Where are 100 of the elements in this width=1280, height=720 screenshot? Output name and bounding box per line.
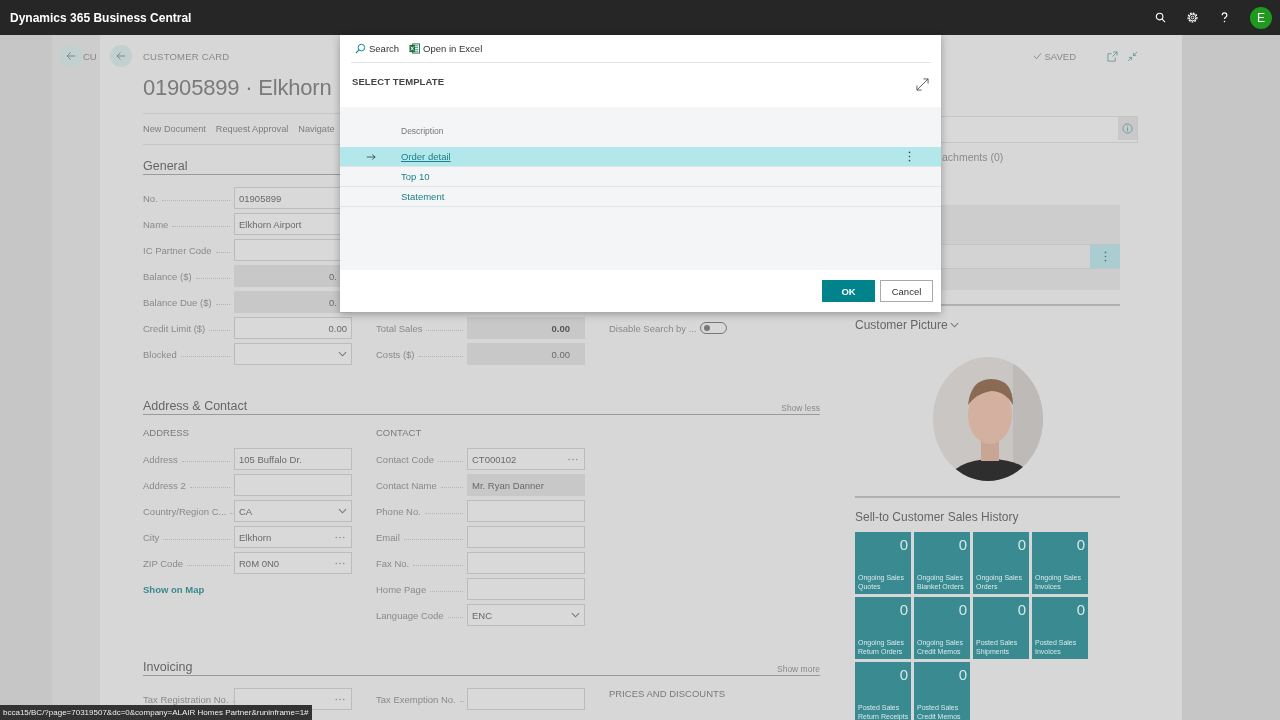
field-label: Costs ($) [376,348,415,360]
text-field[interactable] [467,526,585,548]
status-url-tooltip: bcca15/BC/?page=70319507&dc=0&company=ALAIR Homes Partner&runinframe=1# [0,705,312,720]
list-row[interactable]: Statement [340,187,941,207]
field-label: Disable Search by ... [609,322,697,334]
text-field[interactable] [467,552,585,574]
settings-icon[interactable] [1186,11,1199,24]
chevron-down-icon [338,351,347,357]
spreadsheet-icon [409,43,421,54]
cancel-button[interactable]: Cancel [880,280,933,302]
field-label: Contact Name [376,479,437,491]
text-field[interactable] [467,688,585,710]
group-heading: ADDRESS [143,427,190,439]
field-label: Email [376,531,400,543]
section-title[interactable]: Invoicing [143,660,193,674]
field-label: Country/Region C... [143,505,227,517]
lookup-field[interactable]: CT000102 [467,448,585,470]
template-link[interactable]: Top 10 [401,171,430,182]
column-header[interactable]: Description [401,126,444,136]
group-heading: CONTACT [376,427,423,439]
field-label: Balance Due ($) [143,296,212,308]
open-new-window-icon[interactable] [1107,50,1118,62]
field-label: IC Partner Code [143,244,212,256]
page-caption: CU [83,51,97,62]
lookup-field[interactable]: R0M 0N0 [234,552,352,574]
more-icon [568,457,578,461]
saved-status: SAVED [1033,50,1076,62]
factbox-title[interactable]: Sell-to Customer Sales History [855,510,1138,526]
readonly-field: 0. [234,291,352,313]
expand-icon[interactable] [916,78,929,91]
chevron-down-icon [949,322,959,328]
chevron-down-icon [571,612,580,618]
field-label: Credit Limit ($) [143,322,206,334]
lookup-field[interactable]: Elkhorn [234,526,352,548]
collapse-icon[interactable] [1127,50,1138,62]
field-label: Total Sales [376,322,423,334]
back-button[interactable] [110,45,132,67]
dropdown-field[interactable]: CA [234,500,352,522]
ok-button[interactable]: OK [822,280,875,302]
action-menu-item[interactable]: Navigate [298,124,335,134]
app-title: Dynamics 365 Business Central [10,10,192,25]
help-icon[interactable] [1219,12,1230,23]
field-label: Tax Registration No. [143,693,229,705]
tile-count: 0 [899,601,908,618]
field-label: No. [143,192,158,204]
field-label: ZIP Code [143,557,183,569]
more-icon [335,697,345,701]
action-menu-item[interactable]: New Document [143,124,206,134]
readonly-field: 0.00 [467,343,585,365]
tile-count: 0 [1017,536,1026,553]
dropdown-field[interactable] [234,343,352,365]
more-icon [335,535,345,539]
tile-count: 0 [899,666,908,683]
more-icon [335,561,345,565]
tile-count: 0 [958,536,967,553]
template-link[interactable]: Statement [401,191,445,202]
list-row[interactable]: Top 10 [340,167,941,187]
field-label: Tax Exemption No. [376,693,456,705]
show-on-map-link[interactable]: Show on Map [143,584,205,595]
field-label: Home Page [376,583,427,595]
field-label: Phone No. [376,505,421,517]
text-field[interactable] [467,578,585,600]
more-options-icon[interactable] [908,151,911,162]
dropdown-field[interactable]: ENC [467,604,585,626]
search-icon[interactable] [1155,12,1166,23]
field-label: Balance ($) [143,270,192,282]
info-icon[interactable] [1118,117,1137,140]
template-link[interactable]: Order detail [401,151,451,162]
page-caption: CUSTOMER CARD [143,50,230,62]
list-row[interactable]: Order detail [340,147,941,167]
user-avatar[interactable]: E [1250,6,1272,29]
show-toggle-link[interactable]: Show more [777,664,820,674]
tile-count: 0 [1017,601,1026,618]
text-field[interactable] [234,474,352,496]
more-icon [1103,251,1107,262]
toolbar-button[interactable]: Search [355,43,400,54]
action-menu-item[interactable]: Request Approval [215,124,289,134]
field-label: Fax No. [376,557,410,569]
text-field[interactable]: 105 Buffalo Dr. [234,448,352,470]
field-label: Name [143,218,169,230]
number-field[interactable]: 0.00 [234,317,352,339]
attachments-link[interactable]: achments (0) [942,151,1004,163]
show-toggle-link[interactable]: Show less [781,403,820,413]
field-label: Blocked [143,348,177,360]
tile-count: 0 [958,666,967,683]
tile-count: 0 [1076,601,1085,618]
tile-count: 0 [899,536,908,553]
field-label: Address 2 [143,479,186,491]
text-field[interactable] [467,500,585,522]
field-label: City [143,531,160,543]
section-title[interactable]: Address & Contact [143,399,248,413]
toolbar-button[interactable]: Open in Excel [409,43,483,54]
page-title: 01905899 · Elkhorn [143,75,332,100]
readonly-field: 0.00 [467,317,585,339]
back-button[interactable] [60,45,82,67]
section-title[interactable]: General [143,159,188,173]
more-options-button[interactable] [1090,245,1120,268]
dialog-title: SELECT TEMPLATE [352,76,445,87]
arrow-right-icon [365,152,376,161]
factbox-title[interactable]: Customer Picture [855,318,948,332]
